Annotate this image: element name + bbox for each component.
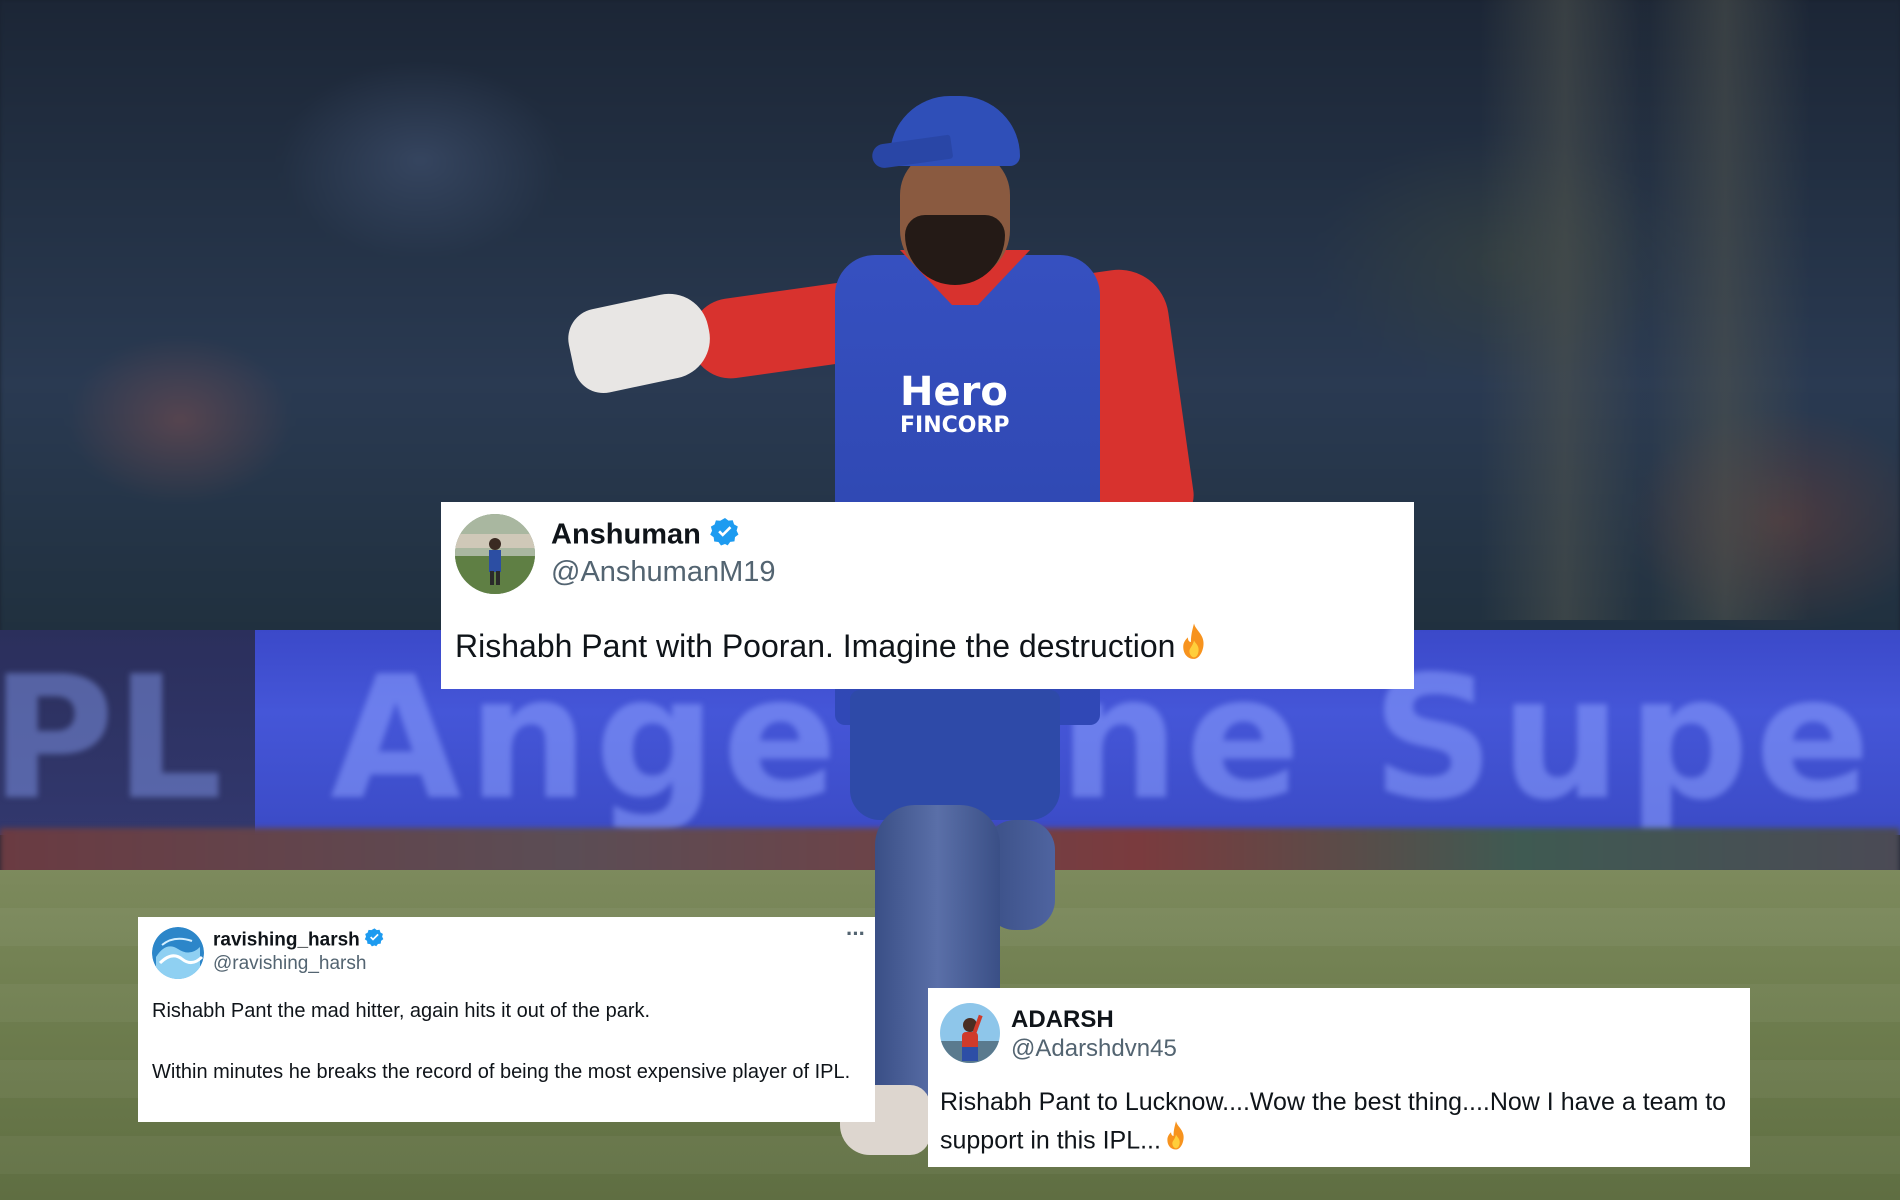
user-handle[interactable]: @AnshumanM19 [551, 556, 776, 589]
fire-icon [1161, 1120, 1191, 1162]
player-trousers [850, 690, 1060, 820]
jersey-sponsor-sub: FINCORP [900, 413, 1010, 438]
verified-badge-icon [364, 927, 385, 954]
user-handle[interactable]: @Adarshdvn45 [1011, 1035, 1177, 1063]
jersey-sponsor: Hero FINCORP [900, 372, 1010, 443]
fire-icon [1175, 622, 1213, 670]
avatar-image [455, 514, 535, 594]
display-name[interactable]: Anshuman [551, 516, 741, 556]
tweet-text-line2: Within minutes he breaks the record of b… [152, 1061, 851, 1083]
display-name[interactable]: ADARSH [1011, 1006, 1114, 1034]
avatar-image [940, 1003, 1000, 1063]
avatar[interactable] [455, 514, 535, 594]
display-name-text: ravishing_harsh [213, 929, 360, 951]
tweet-card-adarsh[interactable]: ADARSH @Adarshdvn45 Rishabh Pant to Luck… [928, 988, 1750, 1167]
tweet-text-content: Rishabh Pant with Pooran. Imagine the de… [455, 628, 1176, 665]
verified-badge-icon [709, 516, 741, 556]
avatar-image [152, 927, 204, 979]
tweet-text: Rishabh Pant with Pooran. Imagine the de… [455, 622, 1213, 670]
display-name-text: Anshuman [551, 518, 701, 551]
tweet-text-content: Rishabh Pant to Lucknow....Wow the best … [940, 1088, 1727, 1155]
tweet-card-anshuman[interactable]: Anshuman @AnshumanM19 Rishabh Pant with … [441, 502, 1414, 689]
tweet-text: Rishabh Pant to Lucknow....Wow the best … [940, 1084, 1740, 1162]
tweet-card-ravishing-harsh[interactable]: ravishing_harsh @ravishing_harsh ··· Ris… [138, 917, 875, 1122]
avatar[interactable] [940, 1003, 1000, 1063]
display-name[interactable]: ravishing_harsh [213, 927, 385, 954]
keeping-glove [562, 286, 718, 399]
avatar[interactable] [152, 927, 204, 979]
user-handle[interactable]: @ravishing_harsh [213, 953, 366, 975]
more-options-icon[interactable]: ··· [846, 921, 866, 947]
tweet-text-line1: Rishabh Pant the mad hitter, again hits … [152, 1000, 651, 1022]
